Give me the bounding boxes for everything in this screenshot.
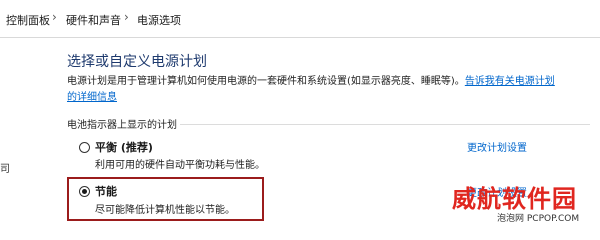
watermark-site: 泡泡网 PCPOP.COM [497,214,580,224]
plan-power-saver-description: 尽可能降低计算机性能以节能。 [95,205,235,216]
plan-balanced-radio[interactable] [79,142,90,153]
cropped-sidebar-text: 司 [0,164,10,175]
page-description: 电源计划是用于管理计算机如何使用电源的一套硬件和系统设置(如显示器亮度、睡眠等)… [67,74,557,106]
plan-balanced-name[interactable]: 平衡 (推荐) [95,139,153,155]
plan-power-saver-name[interactable]: 节能 [95,183,117,199]
chevron-right-icon: › [124,10,129,24]
breadcrumb: 控制面板 › 硬件和声音 › 电源选项 [0,0,600,38]
watermark-brand: 威航软件园 [452,185,577,213]
chevron-right-icon: › [52,10,57,24]
breadcrumb-power-options[interactable]: 电源选项 [137,12,181,28]
group-divider [180,124,590,125]
group-header: 电池指示器上显示的计划 [67,120,177,131]
plan-power-saver-radio[interactable] [79,186,90,197]
description-text: 电源计划是用于管理计算机如何使用电源的一套硬件和系统设置(如显示器亮度、睡眠等)… [67,76,465,87]
plan-balanced-description: 利用可用的硬件自动平衡功耗与性能。 [95,160,265,171]
breadcrumb-control-panel[interactable]: 控制面板 [6,12,50,28]
plan-balanced-change-settings-link[interactable]: 更改计划设置 [467,139,527,154]
page-title: 选择或自定义电源计划 [67,54,207,70]
breadcrumb-hardware-sound[interactable]: 硬件和声音 [66,12,121,28]
